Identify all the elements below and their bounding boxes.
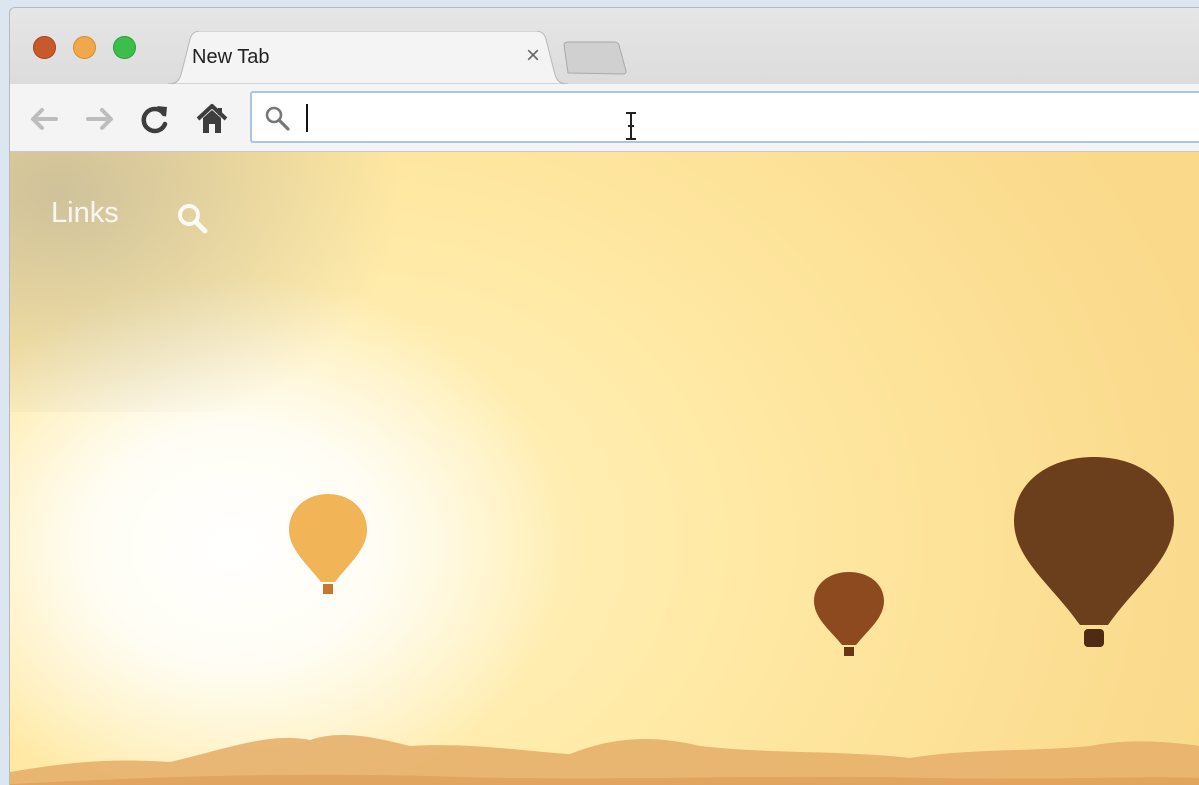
sky-shade (10, 152, 1199, 412)
reload-icon (141, 106, 168, 134)
search-icon[interactable] (176, 202, 210, 236)
balloon-small-left (289, 494, 367, 594)
new-tab-button[interactable] (562, 41, 628, 75)
arrow-right-icon (86, 108, 113, 130)
forward-button[interactable] (82, 102, 118, 136)
back-button[interactable] (26, 102, 62, 136)
links-link[interactable]: Links (51, 197, 119, 230)
hills-silhouette (10, 734, 1199, 785)
new-tab-page: Links (10, 152, 1199, 785)
window-minimize-button[interactable] (73, 36, 96, 59)
browser-window: New Tab × Links (9, 7, 1199, 785)
tab-title: New Tab (192, 46, 270, 68)
reload-button[interactable] (137, 102, 173, 136)
window-maximize-button[interactable] (113, 36, 136, 59)
window-close-button[interactable] (33, 36, 56, 59)
tab-new-tab[interactable]: New Tab × (168, 31, 568, 84)
tab-close-icon[interactable]: × (520, 43, 546, 69)
home-button[interactable] (194, 102, 230, 136)
balloon-small-right (814, 572, 884, 656)
address-bar[interactable] (250, 91, 1199, 143)
browser-toolbar (10, 84, 1199, 152)
home-icon (196, 104, 228, 133)
text-caret (306, 104, 308, 132)
balloon-large (1014, 457, 1174, 647)
text-cursor-icon (626, 112, 636, 140)
tab-strip: New Tab × (10, 8, 1199, 84)
search-icon (265, 106, 290, 131)
address-input[interactable] (304, 102, 1188, 134)
arrow-left-icon (31, 108, 58, 130)
